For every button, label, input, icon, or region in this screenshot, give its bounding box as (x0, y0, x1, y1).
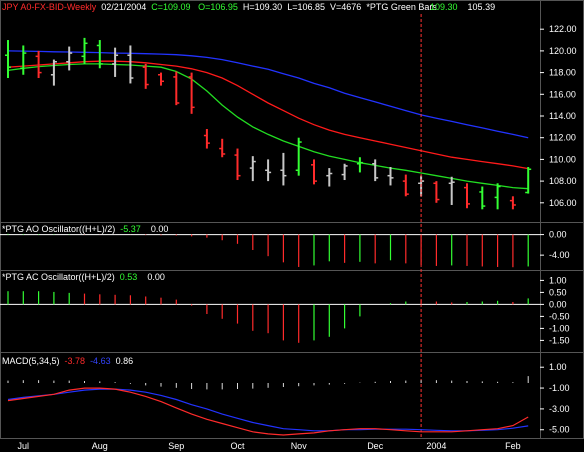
price-bar (311, 159, 317, 185)
macd-axis-label: -5.00 (549, 425, 570, 435)
price-bar (219, 138, 226, 158)
low-label: L=106.85 (287, 2, 326, 12)
price-axis-label: 110.00 (549, 154, 576, 164)
study-value-1: 109.30 (430, 2, 458, 12)
price-axis-label: 122.00 (549, 24, 577, 34)
price-bar (112, 47, 119, 77)
ac-label: *PTG AC Oscillator((H+L)/2) (2, 272, 115, 282)
price-header: JPY A0-FX-BID-Weekly 02/21/2004 C=109.09… (2, 2, 437, 13)
price-bar (203, 129, 210, 149)
price-bar (387, 167, 394, 186)
ac-header: *PTG AC Oscillator((H+L)/2) 0.53 0.00 (2, 272, 165, 283)
price-bar (249, 156, 256, 182)
macd-header: MACD(5,34,5) -3.78 -4.63 0.86 (2, 356, 133, 367)
price-bar (20, 45, 27, 75)
price-panel-border (0, 0, 584, 223)
study-label: *PTG Green Bars (366, 2, 437, 12)
symbol-label: JPY A0-FX-BID-Weekly (2, 2, 97, 12)
x-axis-label: 2004 (426, 441, 446, 451)
study-values: 109.30 105.39 (430, 2, 495, 13)
price-bar (173, 71, 180, 106)
volume-label: V=4676 (330, 2, 362, 12)
price-bar (509, 196, 516, 210)
price-bar (356, 157, 363, 173)
price-axis-label: 120.00 (549, 46, 577, 56)
macd-value-1: -3.78 (64, 356, 86, 366)
price-bar (326, 168, 333, 187)
ac-axis-label: 0.50 (549, 287, 567, 297)
macd-axis-label: -1.00 (549, 383, 570, 393)
price-bar (158, 72, 164, 86)
price-bar (479, 186, 486, 210)
price-bar (525, 167, 532, 194)
macd-line (7, 387, 529, 436)
close-label: C=109.09 (151, 2, 191, 12)
price-axis-label: 112.00 (549, 133, 576, 143)
price-axis-label: 116.00 (549, 89, 576, 99)
price-bar (280, 152, 287, 186)
ao-axis-label: 0.00 (549, 230, 567, 240)
price-bar (5, 40, 11, 79)
ac-axis-label: -1.00 (549, 323, 570, 333)
price-bar (433, 181, 440, 203)
price-bar (234, 148, 241, 181)
x-axis-label: Sep (168, 441, 184, 451)
price-bar (81, 37, 88, 64)
macd-signal-line (7, 388, 529, 432)
ac-value-2: 0.00 (147, 272, 165, 282)
ao-header: *PTG AO Oscillator((H+L)/2) -5.37 0.00 (2, 224, 168, 235)
price-bar (295, 137, 302, 176)
ac-axis-label: -0.50 (549, 311, 570, 321)
date-label: 02/21/2004 (101, 2, 147, 12)
ao-axis-label: -4.00 (549, 250, 570, 260)
price-bar (448, 176, 455, 205)
x-axis-label: Aug (92, 441, 108, 451)
x-axis-label: Nov (291, 441, 308, 451)
ma-mid-line (7, 60, 529, 170)
x-axis-label: Oct (230, 441, 245, 451)
open-label: O=106.95 (198, 2, 238, 12)
macd-value-3: 0.86 (115, 356, 134, 366)
price-bar (341, 163, 348, 181)
price-axis-label: 106.00 (549, 198, 577, 208)
price-axis-label: 108.00 (549, 176, 577, 186)
x-axis-label: Feb (505, 441, 521, 451)
macd-value-2: -4.63 (90, 356, 111, 366)
ac-axis-label: 0.00 (549, 299, 567, 309)
ac-axis-label: -1.50 (549, 335, 570, 345)
x-axis-label: Dec (367, 441, 384, 451)
price-bar (402, 174, 409, 197)
price-bar (372, 159, 379, 182)
ac-axis-label: 1.00 (549, 275, 567, 285)
price-axis-label: 114.00 (549, 111, 576, 121)
price-axis-label: 118.00 (549, 68, 576, 78)
ao-label: *PTG AO Oscillator((H+L)/2) (2, 224, 116, 234)
ac-value-1: 0.53 (119, 272, 138, 282)
ao-value-1: -5.37 (120, 224, 141, 234)
price-bar (142, 63, 149, 89)
chart-window: 106.00 108.00 110.00 112.00 114.00 116.00 118.… (0, 0, 584, 452)
price-bar (66, 46, 73, 71)
ao-value-2: 0.00 (150, 224, 169, 234)
macd-axis-label: -3.00 (549, 404, 570, 414)
x-axis-label: Jul (18, 441, 30, 451)
high-label: H=109.30 (242, 2, 283, 12)
price-bar (494, 183, 501, 210)
price-bar (265, 159, 272, 182)
macd-label: MACD(5,34,5) (2, 356, 60, 366)
macd-axis-label: 1.00 (549, 362, 567, 372)
price-bar (464, 183, 470, 209)
study-value-2: 105.39 (467, 2, 496, 12)
